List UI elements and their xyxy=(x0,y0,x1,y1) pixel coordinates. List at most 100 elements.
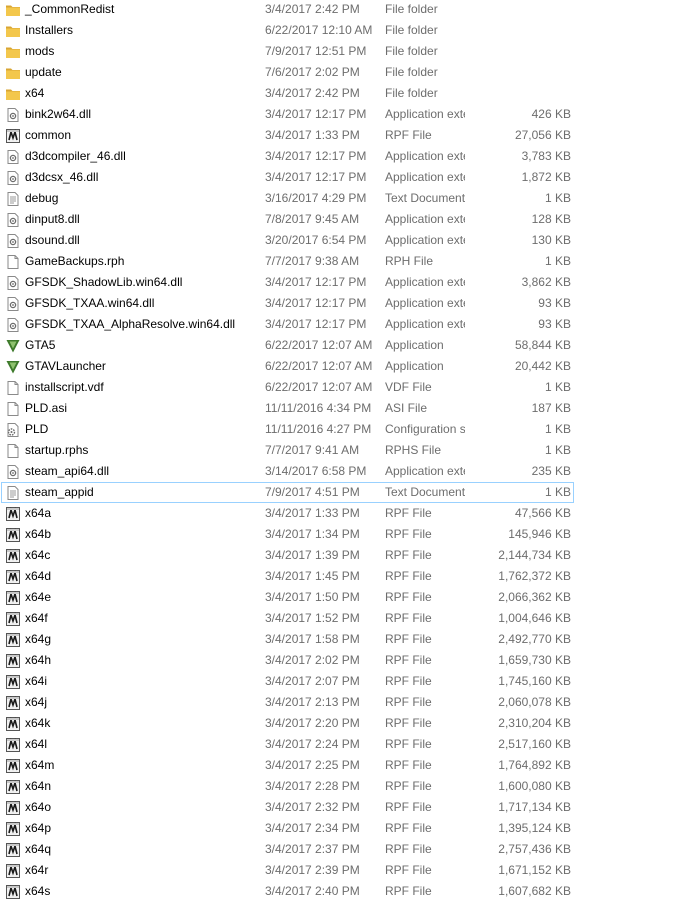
file-row[interactable]: x64 3/4/2017 2:42 PM File folder xyxy=(0,83,681,104)
file-type: File folder xyxy=(385,65,438,79)
file-row[interactable]: bink2w64.dll 3/4/2017 12:17 PM Application… xyxy=(0,104,681,125)
gta-v-icon xyxy=(5,338,21,354)
file-row[interactable]: x64q 3/4/2017 2:37 PM RPF File 2,757,436 KB xyxy=(0,839,681,860)
file-date-modified: 3/4/2017 2:39 PM xyxy=(265,863,360,877)
dll-file-icon xyxy=(5,275,21,291)
file-name: d3dcompiler_46.dll xyxy=(25,149,126,163)
file-date-modified: 3/20/2017 6:54 PM xyxy=(265,233,367,247)
file-row[interactable]: x64f 3/4/2017 1:52 PM RPF File 1,004,646 KB xyxy=(0,608,681,629)
file-size: 1 KB xyxy=(544,443,571,457)
file-type: RPH File xyxy=(385,254,434,268)
file-row[interactable]: x64o 3/4/2017 2:32 PM RPF File 1,717,134 KB xyxy=(0,797,681,818)
file-size: 2,060,078 KB xyxy=(498,695,571,709)
file-row[interactable]: GFSDK_TXAA_AlphaResolve.win64.dll 3/4/201… xyxy=(0,314,681,335)
file-row[interactable]: x64p 3/4/2017 2:34 PM RPF File 1,395,124 KB xyxy=(0,818,681,839)
file-size: 2,310,204 KB xyxy=(498,716,571,730)
dll-file-icon xyxy=(5,212,21,228)
rpf-file-icon xyxy=(5,842,21,858)
file-row[interactable]: x64c 3/4/2017 1:39 PM RPF File 2,144,734 KB xyxy=(0,545,681,566)
file-row[interactable]: steam_appid 7/9/2017 4:51 PM Text Document… xyxy=(0,482,681,503)
file-row[interactable]: x64d 3/4/2017 1:45 PM RPF File 1,762,372 KB xyxy=(0,566,681,587)
file-row[interactable]: debug 3/16/2017 4:29 PM Text Document 1 KB xyxy=(0,188,681,209)
file-row[interactable]: steam_api64.dll 3/14/2017 6:58 PM Applicat… xyxy=(0,461,681,482)
rpf-file-icon xyxy=(5,779,21,795)
text-document-icon xyxy=(5,191,21,207)
file-date-modified: 3/4/2017 1:50 PM xyxy=(265,590,360,604)
file-name: x64m xyxy=(25,758,55,772)
file-size: 2,492,770 KB xyxy=(498,632,571,646)
file-type: RPF File xyxy=(385,884,432,898)
file-type: Application xyxy=(385,338,444,352)
rpf-file-icon xyxy=(5,821,21,837)
file-row[interactable]: x64b 3/4/2017 1:34 PM RPF File 145,946 KB xyxy=(0,524,681,545)
file-date-modified: 3/4/2017 2:34 PM xyxy=(265,821,360,835)
file-name: dinput8.dll xyxy=(25,212,80,226)
file-date-modified: 3/4/2017 2:28 PM xyxy=(265,779,360,793)
file-row[interactable]: x64a 3/4/2017 1:33 PM RPF File 47,566 KB xyxy=(0,503,681,524)
file-row[interactable]: GFSDK_ShadowLib.win64.dll 3/4/2017 12:17 … xyxy=(0,272,681,293)
file-row[interactable]: GTAVLauncher 6/22/2017 12:07 AM Applicatio… xyxy=(0,356,681,377)
file-row[interactable]: x64k 3/4/2017 2:20 PM RPF File 2,310,204 KB xyxy=(0,713,681,734)
file-row[interactable]: common 3/4/2017 1:33 PM RPF File 27,056 KB xyxy=(0,125,681,146)
file-row[interactable]: PLD 11/11/2016 4:27 PM Configuration sett.… xyxy=(0,419,681,440)
file-size: 2,757,436 KB xyxy=(498,842,571,856)
dll-file-icon xyxy=(5,149,21,165)
file-name: bink2w64.dll xyxy=(25,107,92,121)
file-date-modified: 6/22/2017 12:07 AM xyxy=(265,338,373,352)
file-row[interactable]: mods 7/9/2017 12:51 PM File folder xyxy=(0,41,681,62)
file-name: x64p xyxy=(25,821,52,835)
file-size: 145,946 KB xyxy=(508,527,571,541)
file-row[interactable]: x64i 3/4/2017 2:07 PM RPF File 1,745,160 KB xyxy=(0,671,681,692)
file-row[interactable]: d3dcompiler_46.dll 3/4/2017 12:17 PM Appli… xyxy=(0,146,681,167)
file-row[interactable]: dsound.dll 3/20/2017 6:54 PM Application e… xyxy=(0,230,681,251)
text-document-icon xyxy=(5,485,21,501)
file-type: RPHS File xyxy=(385,443,442,457)
file-row[interactable]: x64l 3/4/2017 2:24 PM RPF File 2,517,160 KB xyxy=(0,734,681,755)
file-row[interactable]: Installers 6/22/2017 12:10 AM File folder xyxy=(0,20,681,41)
file-date-modified: 3/4/2017 12:17 PM xyxy=(265,296,367,310)
file-type: Application extens... xyxy=(385,107,465,121)
file-row[interactable]: x64g 3/4/2017 1:58 PM RPF File 2,492,770 KB xyxy=(0,629,681,650)
file-name: mods xyxy=(25,44,55,58)
file-row[interactable]: x64s 3/4/2017 2:40 PM RPF File 1,607,682 KB xyxy=(0,881,681,902)
file-row[interactable]: x64e 3/4/2017 1:50 PM RPF File 2,066,362 KB xyxy=(0,587,681,608)
file-type: RPF File xyxy=(385,800,432,814)
file-row[interactable]: x64j 3/4/2017 2:13 PM RPF File 2,060,078 KB xyxy=(0,692,681,713)
file-name: GTA5 xyxy=(25,338,56,352)
file-row[interactable]: installscript.vdf 6/22/2017 12:07 AM VDF F… xyxy=(0,377,681,398)
file-type: RPF File xyxy=(385,674,432,688)
file-row[interactable]: x64r 3/4/2017 2:39 PM RPF File 1,671,152 KB xyxy=(0,860,681,881)
rpf-file-icon xyxy=(5,611,21,627)
file-date-modified: 3/4/2017 2:20 PM xyxy=(265,716,360,730)
file-row[interactable]: _CommonRedist 3/4/2017 2:42 PM File folder xyxy=(0,0,681,20)
file-type: RPF File xyxy=(385,653,432,667)
file-row[interactable]: dinput8.dll 7/8/2017 9:45 AM Application e… xyxy=(0,209,681,230)
file-date-modified: 3/4/2017 2:42 PM xyxy=(265,86,360,100)
file-row[interactable]: update 7/6/2017 2:02 PM File folder xyxy=(0,62,681,83)
file-row[interactable]: PLD.asi 11/11/2016 4:34 PM ASI File 187 KB xyxy=(0,398,681,419)
file-date-modified: 7/7/2017 9:41 AM xyxy=(265,443,360,457)
folder-icon xyxy=(5,44,21,60)
rpf-file-icon xyxy=(5,863,21,879)
file-date-modified: 3/4/2017 2:24 PM xyxy=(265,737,360,751)
file-date-modified: 3/4/2017 1:58 PM xyxy=(265,632,360,646)
dll-file-icon xyxy=(5,296,21,312)
file-row[interactable]: GTA5 6/22/2017 12:07 AM Application 58,844 … xyxy=(0,335,681,356)
file-row[interactable]: x64h 3/4/2017 2:02 PM RPF File 1,659,730 KB xyxy=(0,650,681,671)
file-row[interactable]: startup.rphs 7/7/2017 9:41 AM RPHS File 1 K… xyxy=(0,440,681,461)
file-row[interactable]: GameBackups.rph 7/7/2017 9:38 AM RPH File 1… xyxy=(0,251,681,272)
file-row[interactable]: x64m 3/4/2017 2:25 PM RPF File 1,764,892 KB xyxy=(0,755,681,776)
file-size: 2,144,734 KB xyxy=(498,548,571,562)
file-row[interactable]: x64n 3/4/2017 2:28 PM RPF File 1,600,080 KB xyxy=(0,776,681,797)
file-row[interactable]: d3dcsx_46.dll 3/4/2017 12:17 PM Applicatio… xyxy=(0,167,681,188)
file-type: RPF File xyxy=(385,842,432,856)
file-name: x64o xyxy=(25,800,52,814)
file-type: ASI File xyxy=(385,401,428,415)
file-size: 1,004,646 KB xyxy=(498,611,571,625)
file-row[interactable]: GFSDK_TXAA.win64.dll 3/4/2017 12:17 PM App… xyxy=(0,293,681,314)
folder-icon xyxy=(5,86,21,102)
file-size: 426 KB xyxy=(531,107,571,121)
file-date-modified: 3/4/2017 2:40 PM xyxy=(265,884,360,898)
file-type: RPF File xyxy=(385,695,432,709)
dll-file-icon xyxy=(5,317,21,333)
